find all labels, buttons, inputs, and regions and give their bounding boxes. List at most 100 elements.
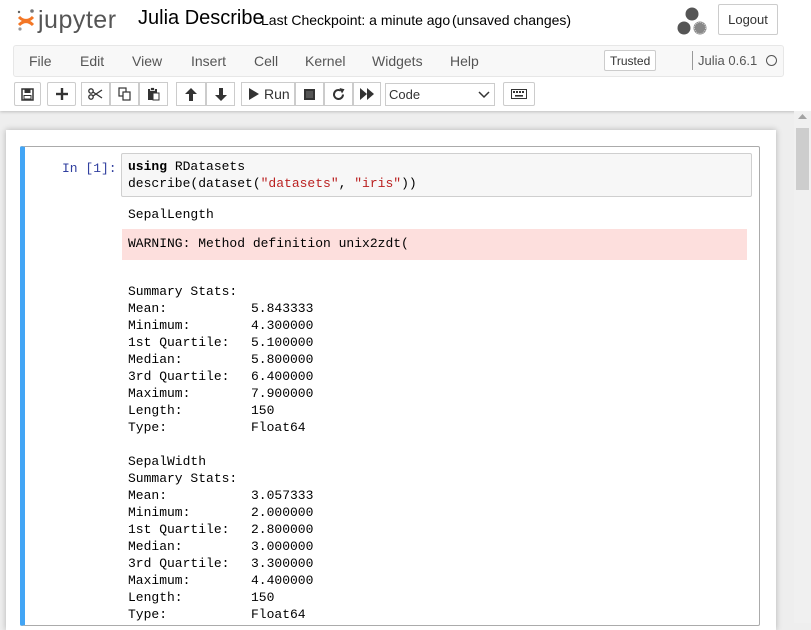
- restart-run-all-button[interactable]: [353, 82, 381, 106]
- interrupt-button[interactable]: [295, 82, 324, 106]
- stat-value: 6.400000: [251, 369, 314, 384]
- cut-icon: [88, 88, 103, 100]
- arrow-up-icon: [185, 87, 197, 101]
- run-label: Run: [264, 86, 290, 102]
- stat-label: Mean:: [128, 488, 168, 503]
- stat-label: 1st Quartile:: [128, 522, 230, 537]
- scrollbar-thumb[interactable]: [796, 128, 809, 190]
- input-prompt: In [1]:: [62, 161, 117, 176]
- arrow-down-icon: [214, 87, 227, 101]
- restart-button[interactable]: [324, 82, 353, 106]
- stat-value: 5.800000: [251, 352, 314, 367]
- stat-label: Type:: [128, 420, 168, 435]
- stderr-warning: WARNING: Method definition unix2zdt(: [122, 229, 747, 260]
- insert-cell-button[interactable]: [47, 82, 76, 106]
- kernel-idle-icon: [766, 55, 777, 66]
- stat-value: 5.843333: [251, 301, 314, 316]
- scroll-up-arrow-icon[interactable]: [798, 113, 807, 120]
- stat-value: 5.100000: [251, 335, 314, 350]
- code-text: RDatasets: [167, 159, 246, 174]
- move-down-button[interactable]: [206, 82, 235, 106]
- kernel-name[interactable]: Julia 0.6.1: [698, 53, 757, 68]
- stat-label: 3rd Quartile:: [128, 369, 230, 384]
- stat-value: 7.900000: [251, 386, 314, 401]
- stop-icon: [304, 88, 315, 100]
- stat-label: Minimum:: [128, 318, 191, 333]
- output-heading-sepal-length: SepalLength: [128, 207, 214, 222]
- stat-label: Median:: [128, 539, 183, 554]
- code-string: "iris": [354, 176, 402, 191]
- save-icon: [21, 87, 34, 101]
- keyboard-icon: [511, 89, 527, 99]
- stat-label: Type:: [128, 607, 168, 622]
- fast-forward-icon: [360, 88, 374, 100]
- output-heading-sepal-width: SepalWidth: [128, 454, 207, 469]
- code-text: ,: [338, 176, 355, 191]
- stat-label: Median:: [128, 352, 183, 367]
- stat-value: 2.000000: [251, 505, 314, 520]
- warning-text: WARNING: Method definition unix2zdt(: [128, 236, 409, 251]
- stat-value: 2.800000: [251, 522, 314, 537]
- stat-value: 3.057333: [251, 488, 314, 503]
- autosave-status: (unsaved changes): [452, 12, 572, 28]
- menu-view[interactable]: View: [132, 53, 162, 69]
- notebook-header: jupyter Julia Describe Last Checkpoint: …: [0, 0, 811, 111]
- run-button[interactable]: Run: [241, 82, 295, 106]
- stat-value: 3.300000: [251, 556, 314, 571]
- command-palette-button[interactable]: [503, 82, 535, 106]
- cell-type-value: Code: [389, 87, 421, 102]
- stat-label: Length:: [128, 590, 183, 605]
- stat-label: Maximum:: [128, 573, 191, 588]
- menu-file[interactable]: File: [29, 53, 52, 69]
- stat-label: Minimum:: [128, 505, 191, 520]
- menu-edit[interactable]: Edit: [80, 53, 104, 69]
- menu-kernel[interactable]: Kernel: [305, 53, 345, 69]
- stat-value: Float64: [251, 607, 306, 622]
- play-icon: [249, 88, 259, 100]
- chevron-down-icon: [478, 91, 490, 99]
- code-line-1: using RDatasets: [128, 159, 245, 174]
- logo-text: jupyter: [38, 5, 117, 34]
- code-text: )): [401, 176, 417, 191]
- stat-value: Float64: [251, 420, 306, 435]
- stat-value: 4.300000: [251, 318, 314, 333]
- paste-button[interactable]: [139, 82, 168, 106]
- plus-icon: [55, 88, 68, 100]
- cell-type-select[interactable]: Code: [385, 83, 495, 106]
- kernel-separator: [692, 51, 693, 70]
- stat-value: 150: [251, 403, 275, 418]
- code-string: "datasets": [260, 176, 339, 191]
- trusted-indicator[interactable]: Trusted: [604, 50, 657, 71]
- julia-kernel-logo-icon: [677, 7, 707, 35]
- stat-label: Maximum:: [128, 386, 191, 401]
- stat-value: 3.000000: [251, 539, 314, 554]
- menubar: File Edit View Insert Cell Kernel Widget…: [13, 45, 784, 77]
- restart-icon: [333, 87, 345, 100]
- code-text: describe(dataset(: [128, 176, 261, 191]
- paste-icon: [148, 87, 160, 101]
- code-editor[interactable]: using RDatasets describe(dataset("datase…: [121, 153, 752, 197]
- stat-label: 3rd Quartile:: [128, 556, 230, 571]
- jupyter-logo[interactable]: jupyter: [16, 5, 117, 35]
- notebook-title[interactable]: Julia Describe: [138, 7, 264, 30]
- stat-label: 1st Quartile:: [128, 335, 230, 350]
- stat-value: 4.400000: [251, 573, 314, 588]
- menu-widgets[interactable]: Widgets: [372, 53, 423, 69]
- stat-label: Length:: [128, 403, 183, 418]
- cut-button[interactable]: [81, 82, 110, 106]
- menu-help[interactable]: Help: [450, 53, 479, 69]
- stat-label: Mean:: [128, 301, 168, 316]
- menu-cell[interactable]: Cell: [254, 53, 278, 69]
- logout-button[interactable]: Logout: [718, 4, 778, 35]
- code-keyword: using: [128, 159, 168, 174]
- summary-stats-title: Summary Stats:: [128, 284, 238, 299]
- copy-icon: [118, 87, 131, 101]
- summary-stats-title: Summary Stats:: [128, 471, 238, 486]
- move-up-button[interactable]: [176, 82, 206, 106]
- jupyter-logo-icon: [17, 9, 35, 31]
- copy-button[interactable]: [110, 82, 139, 106]
- menu-insert[interactable]: Insert: [191, 53, 226, 69]
- save-button[interactable]: [14, 82, 41, 106]
- checkpoint-status: Last Checkpoint: a minute ago: [261, 12, 451, 28]
- code-line-2: describe(dataset("datasets", "iris")): [128, 176, 417, 191]
